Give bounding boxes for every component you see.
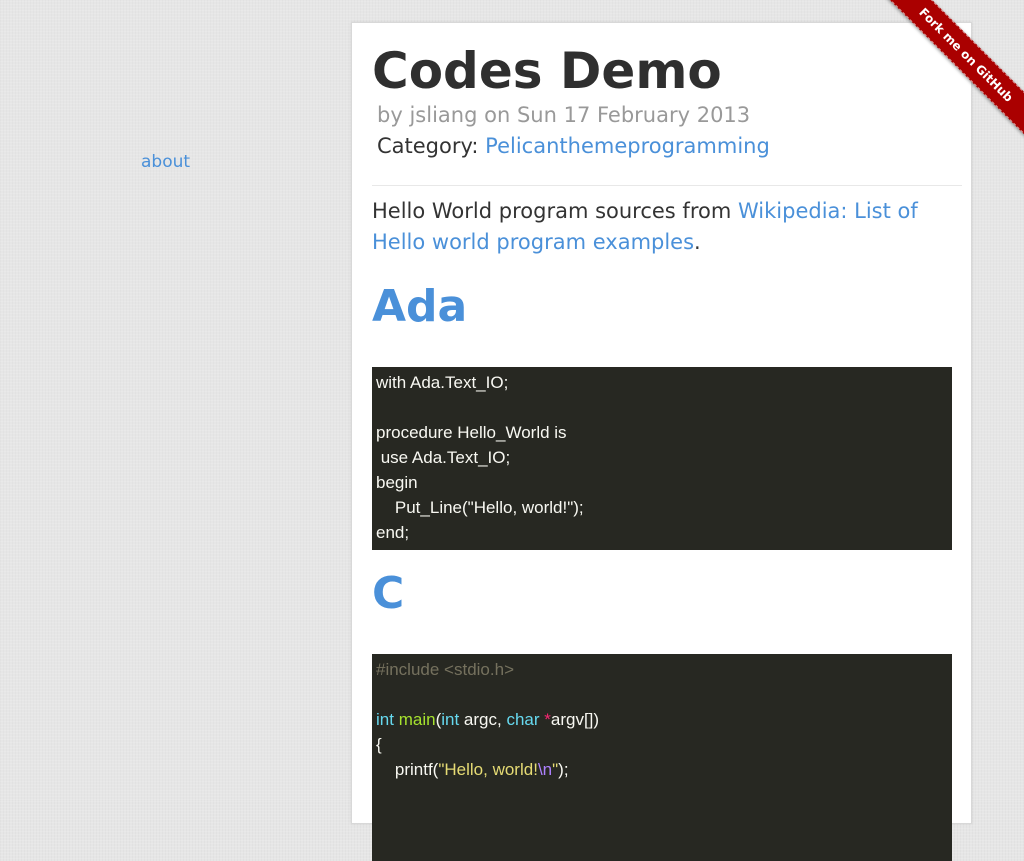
code-keyword: char <box>506 710 540 729</box>
byline-on: on <box>484 103 511 127</box>
code-keyword: int <box>441 710 460 729</box>
divider <box>372 185 962 186</box>
byline-author: jsliang <box>409 103 478 127</box>
code-line: end; <box>376 523 410 542</box>
fork-me-ribbon[interactable]: Fork me on GitHub <box>884 0 1024 137</box>
code-keyword: int <box>376 710 394 729</box>
code-operator: * <box>539 710 551 729</box>
code-block-c: #include <stdio.h> int main(int argc, ch… <box>372 654 952 861</box>
section-heading-ada: Ada <box>372 281 468 332</box>
category-label: Category: <box>377 134 479 158</box>
article-byline: by jsliang on Sun 17 February 2013 <box>377 103 750 127</box>
code-text: argv[]) <box>550 710 600 729</box>
code-preprocessor: #include <stdio.h> <box>376 660 514 679</box>
code-line: int main(int argc, char *argv[]) <box>376 707 948 732</box>
code-text: argc, <box>459 710 507 729</box>
code-line: Put_Line("Hello, world!"); <box>376 498 584 517</box>
code-line: { <box>376 735 382 754</box>
page-title: Codes Demo <box>372 42 722 100</box>
code-line: printf("Hello, world!\n"); <box>376 757 948 782</box>
intro-paragraph: Hello World program sources from Wikiped… <box>372 196 962 258</box>
code-line: begin <box>376 473 418 492</box>
code-line: procedure Hello_World is <box>376 423 567 442</box>
github-ribbon-wrap: Fork me on GitHub <box>875 0 1024 149</box>
code-line: #include <stdio.h> <box>376 657 948 682</box>
category-link[interactable]: Pelicanthemeprogramming <box>485 134 770 158</box>
section-heading-c: C <box>372 568 405 619</box>
article-category: Category: Pelicanthemeprogramming <box>377 134 770 158</box>
code-escape: \n <box>537 760 553 779</box>
side-nav: about <box>141 152 190 172</box>
code-string: "Hello, world! <box>438 760 538 779</box>
intro-end: . <box>694 230 701 254</box>
code-block-ada: with Ada.Text_IO; procedure Hello_World … <box>372 367 952 550</box>
intro-text: Hello World program sources from <box>372 199 738 223</box>
code-function: main <box>398 710 436 729</box>
code-line: with Ada.Text_IO; <box>376 373 509 392</box>
byline-date: Sun 17 February 2013 <box>516 103 751 127</box>
code-text: printf( <box>376 760 439 779</box>
nav-link-about[interactable]: about <box>141 152 190 172</box>
byline-prefix: by <box>377 103 403 127</box>
code-line: use Ada.Text_IO; <box>376 448 511 467</box>
code-text: ); <box>558 760 569 779</box>
